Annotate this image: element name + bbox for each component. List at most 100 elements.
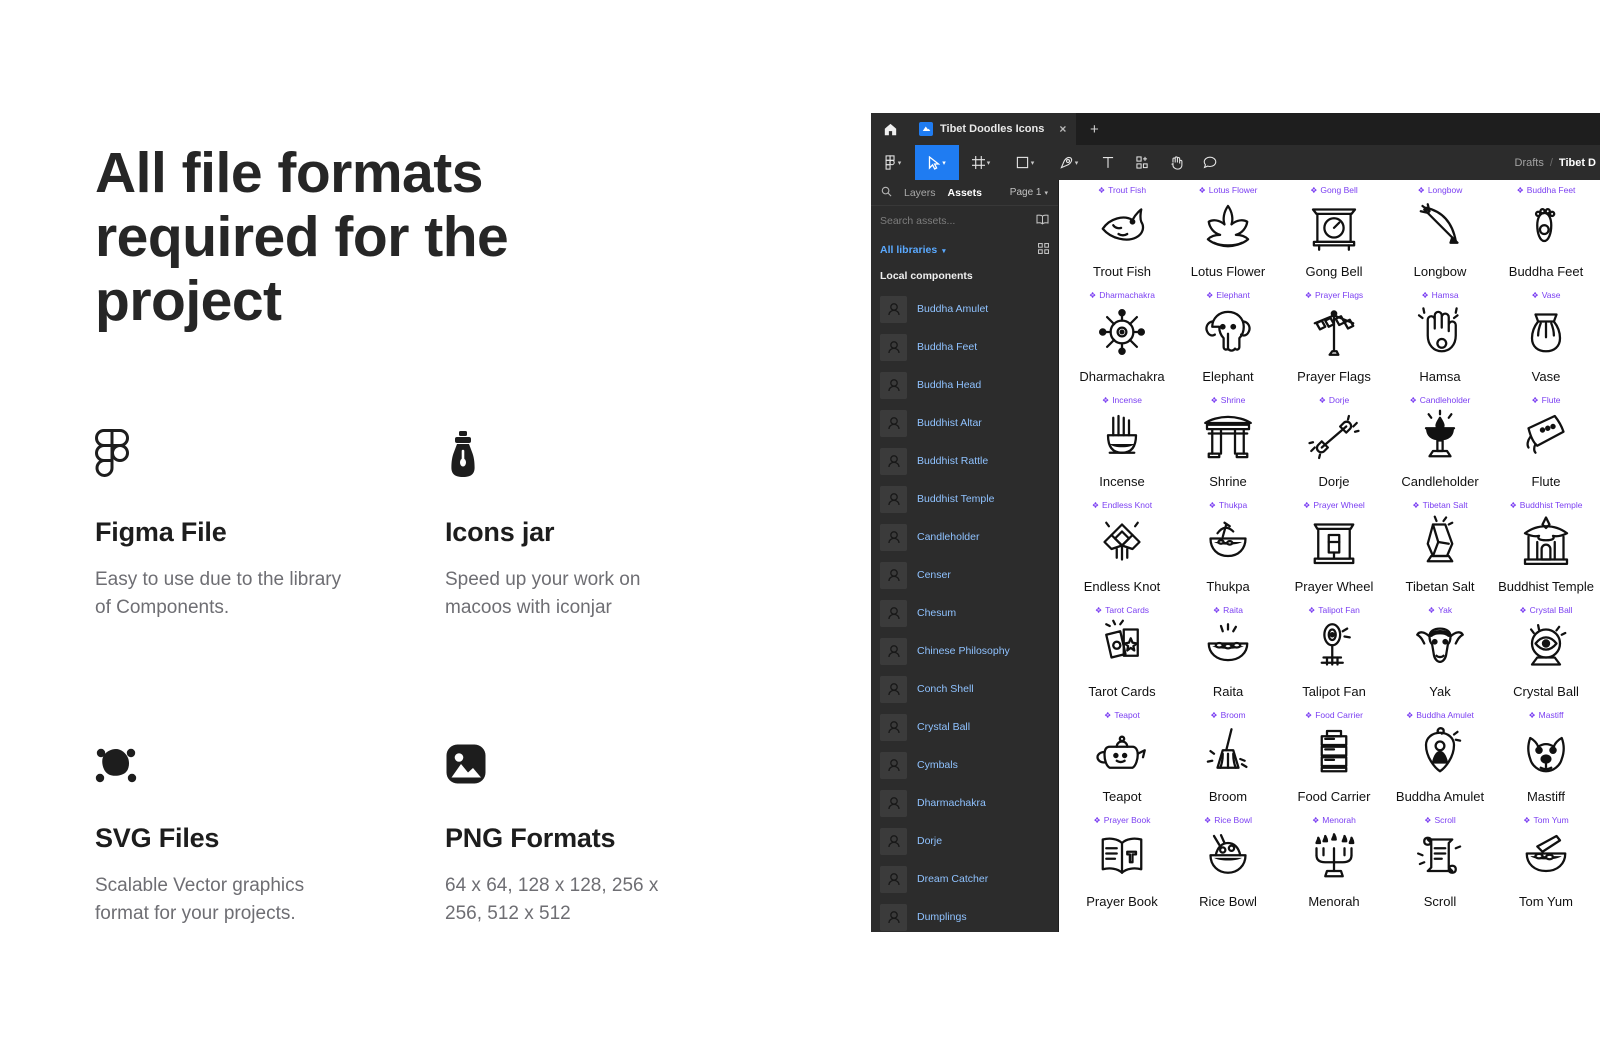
breadcrumb-current[interactable]: Tibet D (1559, 157, 1596, 169)
component-thumbnail-icon (880, 789, 907, 817)
icon-cell[interactable]: ❖ Menorah Menorah (1281, 812, 1387, 917)
icon-cell[interactable]: ❖ Talipot Fan Talipot Fan (1281, 602, 1387, 707)
icon-caption: Flute (1531, 474, 1561, 489)
list-item[interactable]: Buddhist Temple (871, 480, 1058, 518)
comment-tool-icon[interactable] (1193, 145, 1227, 180)
icon-cell[interactable]: ❖ Crystal Ball Crystal Ball (1493, 602, 1599, 707)
component-diamond-icon: ❖ (1204, 815, 1212, 825)
component-diamond-icon: ❖ (1427, 605, 1436, 615)
search-input[interactable] (880, 215, 1030, 227)
icon-cell[interactable]: ❖ Dharmachakra Dharmachakra (1069, 287, 1175, 392)
canvas[interactable]: ❖ Trout Fish Trout Fish ❖ Lotus Flower Lotus … (1059, 180, 1600, 932)
component-name: Dumplings (917, 911, 967, 923)
icon-cell[interactable]: ❖ Prayer Flags Prayer Flags (1281, 287, 1387, 392)
icon-cell[interactable]: ❖ Buddha Feet Buddha Feet (1493, 182, 1599, 287)
list-item[interactable]: Buddha Head (871, 366, 1058, 404)
list-item[interactable]: Conch Shell (871, 670, 1058, 708)
icon-cell[interactable]: ❖ Mastiff Mastiff (1493, 707, 1599, 812)
component-list[interactable]: Buddha Amulet Buddha Feet Buddha Head Buddh… (871, 290, 1058, 932)
feature-title: SVG Files (95, 823, 220, 854)
all-libraries-selector[interactable]: All libraries ▾ (880, 244, 946, 256)
move-tool-icon[interactable]: ▾ (915, 145, 959, 180)
list-item[interactable]: Buddha Feet (871, 328, 1058, 366)
icon-cell[interactable]: ❖ Thukpa Thukpa (1175, 497, 1281, 602)
tab-layers[interactable]: Layers (904, 187, 936, 199)
icon-cell[interactable]: ❖ Gong Bell Gong Bell (1281, 182, 1387, 287)
book-icon[interactable] (1036, 212, 1049, 230)
component-diamond-icon: ❖ (1308, 605, 1316, 615)
icon-cell[interactable]: ❖ Rice Bowl Rice Bowl (1175, 812, 1281, 917)
list-item[interactable]: Dorje (871, 822, 1058, 860)
icon-cell[interactable]: ❖ Tarot Cards Tarot Cards (1069, 602, 1175, 707)
icon-caption: Mastiff (1526, 789, 1566, 804)
icon-cell[interactable]: ❖ Teapot Teapot (1069, 707, 1175, 812)
tab-assets[interactable]: Assets (948, 187, 982, 199)
shape-tool-icon[interactable]: ▾ (1003, 145, 1047, 180)
window-body: Layers Assets Page 1 ▾ Search assets... … (871, 180, 1600, 932)
tab-tibet-doodles-icons[interactable]: Tibet Doodles Icons × (909, 113, 1078, 145)
icon-caption: Buddha Feet (1508, 264, 1584, 279)
list-item[interactable]: Dream Catcher (871, 860, 1058, 898)
icon-cell[interactable]: ❖ Hamsa Hamsa (1387, 287, 1493, 392)
breadcrumb-root[interactable]: Drafts (1515, 157, 1544, 169)
icon-cell[interactable]: ❖ Food Carrier Food Carrier (1281, 707, 1387, 812)
component-badge-label: Tom Yum (1533, 815, 1569, 825)
frame-tool-icon[interactable]: ▾ (959, 145, 1003, 180)
icon-cell[interactable]: ❖ Tom Yum Tom Yum (1493, 812, 1599, 917)
component-badge: ❖ Dorje (1319, 395, 1349, 405)
icon-cell[interactable]: ❖ Longbow Longbow (1387, 182, 1493, 287)
icon-cell[interactable]: ❖ Shrine Shrine (1175, 392, 1281, 497)
icon-cell[interactable]: ❖ Prayer Book Prayer Book (1069, 812, 1175, 917)
list-item[interactable]: Chinese Philosophy (871, 632, 1058, 670)
icon-cell[interactable]: ❖ Prayer Wheel Prayer Wheel (1281, 497, 1387, 602)
pen-tool-icon[interactable]: ▾ (1047, 145, 1091, 180)
list-item[interactable]: Chesum (871, 594, 1058, 632)
component-badge: ❖ Dharmachakra (1089, 290, 1155, 300)
icon-cell[interactable]: ❖ Endless Knot Endless Knot (1069, 497, 1175, 602)
list-item[interactable]: Cymbals (871, 746, 1058, 784)
list-item[interactable]: Censer (871, 556, 1058, 594)
icon-cell[interactable]: ❖ Buddha Amulet Buddha Amulet (1387, 707, 1493, 812)
hand-tool-icon[interactable] (1159, 145, 1193, 180)
icon-cell[interactable]: ❖ Buddhist Temple Buddhist Temple (1493, 497, 1599, 602)
new-tab-button[interactable]: + (1077, 113, 1111, 145)
component-badge-label: Lotus Flower (1208, 185, 1258, 195)
page-selector[interactable]: Page 1 ▾ (1010, 187, 1048, 198)
list-item[interactable]: Crystal Ball (871, 708, 1058, 746)
grid-view-icon[interactable] (1038, 241, 1049, 259)
list-item[interactable]: Buddhist Altar (871, 404, 1058, 442)
icon-artwork (1387, 721, 1493, 783)
icon-cell[interactable]: ❖ Incense Incense (1069, 392, 1175, 497)
component-diamond-icon: ❖ (1091, 500, 1100, 510)
component-badge: ❖ Talipot Fan (1308, 605, 1360, 615)
feature-desc: Scalable Vector graphics format for your… (95, 875, 305, 924)
figma-menu-icon[interactable]: ▾ (871, 145, 915, 180)
icon-caption: Prayer Book (1086, 894, 1158, 909)
icon-cell[interactable]: ❖ Dorje Dorje (1281, 392, 1387, 497)
close-icon[interactable]: × (1059, 122, 1066, 136)
home-icon[interactable] (871, 113, 909, 145)
search-icon[interactable] (881, 184, 892, 202)
icon-cell[interactable]: ❖ Broom Broom (1175, 707, 1281, 812)
icon-cell[interactable]: ❖ Candleholder Candleholder (1387, 392, 1493, 497)
icon-cell[interactable]: ❖ Flute Flute (1493, 392, 1599, 497)
feature-desc: 64 x 64, 128 x 128, 256 x 256, 512 x 512 (445, 875, 659, 924)
text-tool-icon[interactable] (1091, 145, 1125, 180)
icon-cell[interactable]: ❖ Yak Yak (1387, 602, 1493, 707)
feature-desc: Speed up your work on macoos with iconja… (445, 569, 641, 618)
list-item[interactable]: Buddhist Rattle (871, 442, 1058, 480)
components-tool-icon[interactable] (1125, 145, 1159, 180)
component-badge: ❖ Lotus Flower (1199, 185, 1258, 195)
list-item[interactable]: Buddha Amulet (871, 290, 1058, 328)
list-item[interactable]: Candleholder (871, 518, 1058, 556)
list-item[interactable]: Dharmachakra (871, 784, 1058, 822)
list-item[interactable]: Dumplings (871, 898, 1058, 932)
icon-cell[interactable]: ❖ Vase Vase (1493, 287, 1599, 392)
icon-cell[interactable]: ❖ Trout Fish Trout Fish (1069, 182, 1175, 287)
icon-cell[interactable]: ❖ Lotus Flower Lotus Flower (1175, 182, 1281, 287)
icon-cell[interactable]: ❖ Tibetan Salt Tibetan Salt (1387, 497, 1493, 602)
icon-cell[interactable]: ❖ Scroll Scroll (1387, 812, 1493, 917)
icon-cell[interactable]: ❖ Raita Raita (1175, 602, 1281, 707)
icon-cell[interactable]: ❖ Elephant Elephant (1175, 287, 1281, 392)
component-badge: ❖ Tibetan Salt (1412, 500, 1467, 510)
